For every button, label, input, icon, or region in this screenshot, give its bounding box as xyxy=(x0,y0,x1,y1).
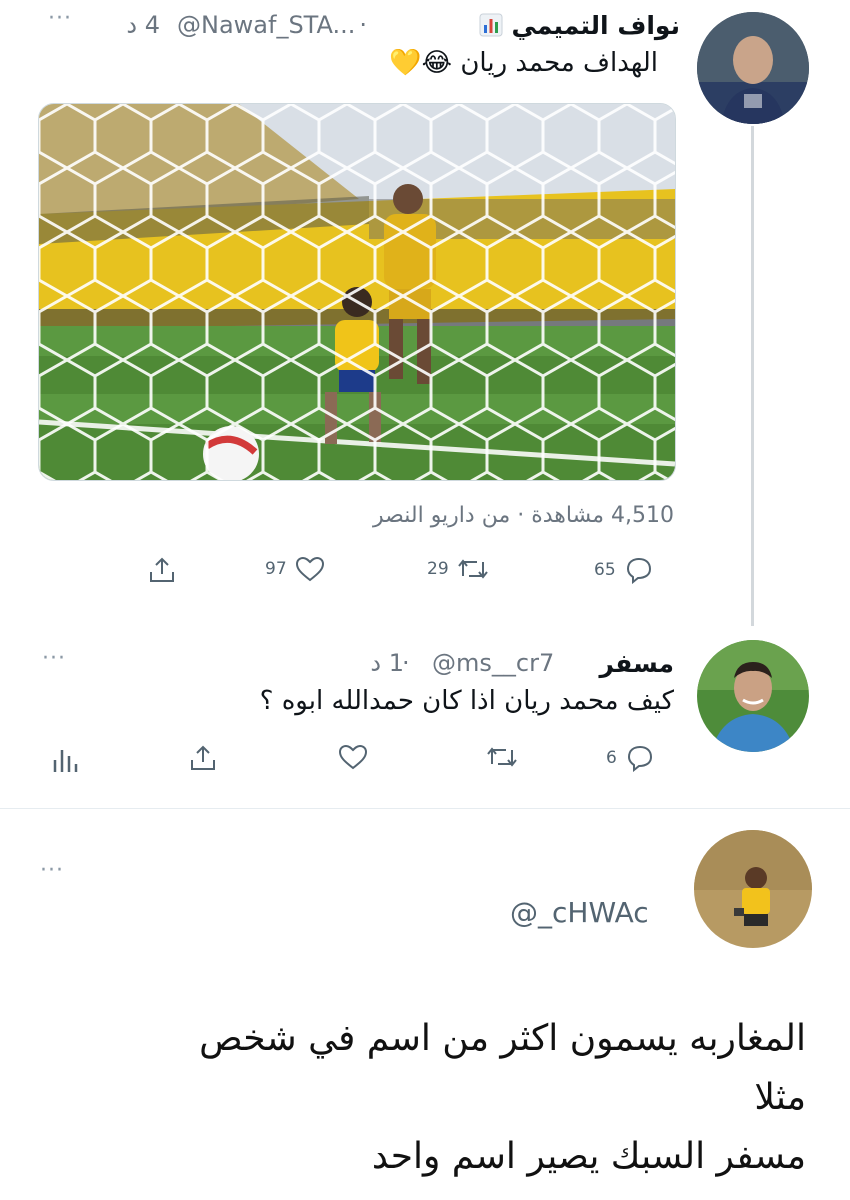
more-icon[interactable]: ··· xyxy=(48,6,72,31)
avatar[interactable] xyxy=(697,12,809,124)
author-name[interactable]: نواف التميمي xyxy=(511,11,680,40)
more-icon[interactable]: ··· xyxy=(42,646,66,671)
share-button[interactable] xyxy=(188,744,218,772)
avatar[interactable] xyxy=(694,830,812,948)
tweet-body-line-2: مثلا xyxy=(754,1077,806,1118)
like-button[interactable] xyxy=(338,744,368,770)
reply-button[interactable]: 65 xyxy=(594,556,654,584)
reply-count: 6 xyxy=(606,748,617,768)
reply-count: 65 xyxy=(594,560,616,580)
analytics-icon xyxy=(52,744,78,774)
retweet-icon xyxy=(457,556,489,582)
author-handle[interactable]: @_cHWAc xyxy=(510,896,649,929)
tweet-header: نواف التميمي xyxy=(479,8,680,42)
reply-icon xyxy=(624,556,654,584)
retweet-icon xyxy=(486,744,518,770)
retweet-button[interactable]: 29 xyxy=(427,556,489,582)
like-button[interactable]: 97 xyxy=(265,556,325,582)
tweet-meta: @Nawaf_STA... · xyxy=(177,8,371,42)
meta-separator: · xyxy=(359,11,367,39)
tweet-body-line-1: المغاربه يسمون اكثر من اسم في شخص xyxy=(199,1018,806,1059)
thread-connector-line xyxy=(751,126,754,626)
tweet-media-video[interactable] xyxy=(38,103,676,481)
share-icon xyxy=(147,556,177,584)
like-icon xyxy=(295,556,325,582)
author-name[interactable]: مسفر xyxy=(600,649,674,678)
tweet-text: الهداف محمد ريان 😂💛 xyxy=(389,48,658,78)
share-button[interactable] xyxy=(147,556,177,584)
more-icon[interactable]: ··· xyxy=(40,858,64,883)
author-handle[interactable]: @ms__cr7 xyxy=(432,649,554,677)
retweet-button[interactable] xyxy=(486,744,518,770)
tweet-meta: @ms__cr7 xyxy=(432,646,554,680)
reply-button[interactable]: 6 xyxy=(606,744,655,772)
divider xyxy=(0,808,850,809)
reply-icon xyxy=(625,744,655,772)
tweet-time-wrap: 4 د xyxy=(94,8,160,42)
share-icon xyxy=(188,744,218,772)
views-count-line: 4,510 مشاهدة · من داريو النصر xyxy=(373,503,674,528)
retweet-count: 29 xyxy=(427,559,449,579)
like-icon xyxy=(338,744,368,770)
author-handle[interactable]: @Nawaf_STA... xyxy=(177,11,355,39)
like-count: 97 xyxy=(265,559,287,579)
tweet-time-wrap: 1 د xyxy=(366,646,404,680)
tweet-time[interactable]: 4 د xyxy=(126,11,160,39)
tweet-time[interactable]: 1 د xyxy=(370,649,404,677)
tweet-header: مسفر xyxy=(600,646,674,680)
chart-emoji-icon xyxy=(479,13,503,37)
tweet-text: كيف محمد ريان اذا كان حمدالله ابوه ؟ xyxy=(259,686,674,716)
tweet-body-line-3: مسفر السبك يصير اسم واحد xyxy=(371,1136,806,1177)
avatar[interactable] xyxy=(697,640,809,752)
analytics-button[interactable] xyxy=(52,744,78,774)
